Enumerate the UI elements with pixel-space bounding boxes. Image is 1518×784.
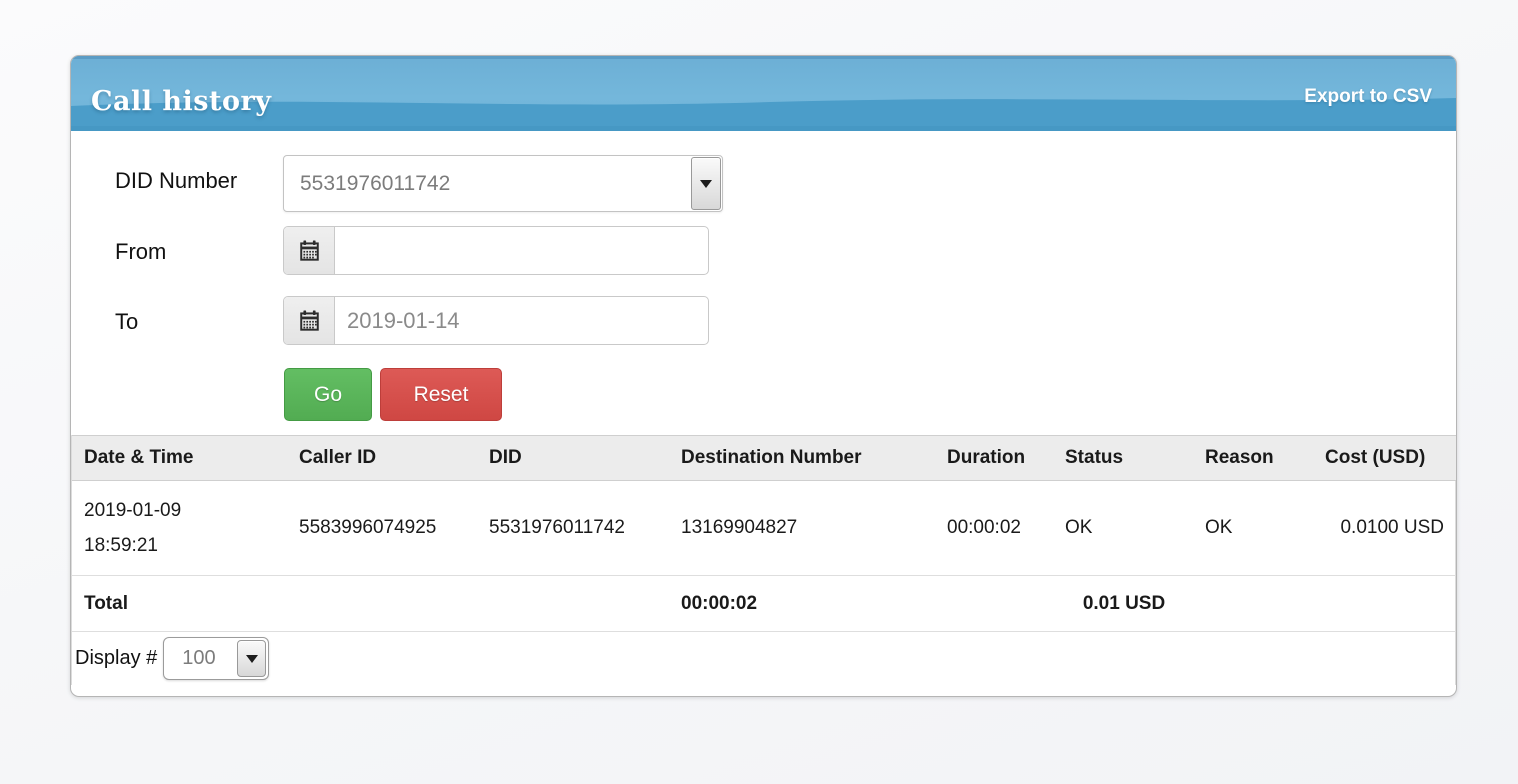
chevron-down-icon[interactable] [237,640,266,677]
to-date-input[interactable] [335,297,708,344]
total-cost: 0.01 USD [935,576,1313,632]
from-date-group [283,226,709,275]
call-history-panel: Call history Export to CSV DID Number 55… [70,55,1457,697]
go-button[interactable]: Go [284,368,372,421]
calendar-icon [299,310,320,331]
col-header-reason: Reason [1193,436,1313,481]
calendar-icon [299,240,320,261]
dropdown-triangle-icon [246,655,258,663]
total-label: Total [72,576,669,632]
table-footer: Display # 100 [72,632,1455,685]
col-header-date-time: Date & Time [72,436,287,481]
cell-status: OK [1053,481,1193,576]
col-header-status: Status [1053,436,1193,481]
did-number-selected-value: 5531976011742 [284,172,690,196]
cell-reason: OK [1193,481,1313,576]
did-number-label: DID Number [115,168,237,194]
display-count-value: 100 [164,647,235,670]
page-title: Call history [91,86,271,117]
total-row: Total 00:00:02 0.01 USD [72,576,1456,632]
cell-did: 5531976011742 [477,481,669,576]
col-header-duration: Duration [935,436,1053,481]
to-date-group [283,296,709,345]
col-header-destination-number: Destination Number [669,436,935,481]
cell-destination-number: 13169904827 [669,481,935,576]
display-count-select[interactable]: 100 [163,637,269,680]
cell-cost: 0.0100 USD [1313,481,1456,576]
col-header-did: DID [477,436,669,481]
col-header-caller-id: Caller ID [287,436,477,481]
cell-date-time: 2019-01-09 18:59:21 [72,481,287,576]
cell-duration: 00:00:02 [935,481,1053,576]
call-history-table: Date & Time Caller ID DID Destination Nu… [72,435,1456,632]
dropdown-triangle-icon [700,180,712,188]
reset-button[interactable]: Reset [380,368,502,421]
from-calendar-button[interactable] [284,227,335,274]
total-duration: 00:00:02 [669,576,935,632]
to-date-label: To [115,309,138,335]
from-date-label: From [115,239,166,265]
table-header-row: Date & Time Caller ID DID Destination Nu… [72,436,1456,481]
export-to-csv-link[interactable]: Export to CSV [1304,86,1432,108]
table-row: 2019-01-09 18:59:21 5583996074925 553197… [72,481,1456,576]
header-wave-decoration [71,56,1456,131]
to-calendar-button[interactable] [284,297,335,344]
call-history-table-block: Date & Time Caller ID DID Destination Nu… [71,435,1456,685]
from-date-input[interactable] [335,227,708,274]
display-count-label: Display # [75,647,157,670]
total-empty-cell [1313,576,1456,632]
panel-header: Call history Export to CSV [71,56,1456,131]
call-time: 18:59:21 [84,528,275,563]
chevron-down-icon[interactable] [691,157,721,210]
call-date: 2019-01-09 [84,493,275,528]
did-number-select[interactable]: 5531976011742 [283,155,723,212]
col-header-cost: Cost (USD) [1313,436,1456,481]
cell-caller-id: 5583996074925 [287,481,477,576]
